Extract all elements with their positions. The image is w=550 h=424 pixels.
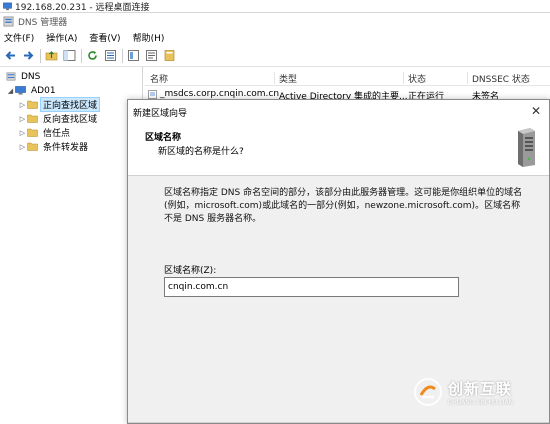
folder-icon bbox=[27, 114, 38, 123]
zone-name-description: 区域名称指定 DNS 命名空间的部分，该部分由此服务器管理。这可能是你组织单位的… bbox=[164, 188, 523, 224]
menu-action[interactable]: 操作(A) bbox=[46, 31, 77, 44]
help-icon[interactable] bbox=[127, 49, 140, 62]
list-header: 名称 类型 状态 DNSSEC 状态 bbox=[145, 70, 550, 86]
server-computer-icon bbox=[15, 86, 26, 95]
watermark-subtext: CHUANG XIN HU LIAN bbox=[448, 399, 514, 406]
expand-arrow-icon[interactable]: ▷ bbox=[18, 115, 27, 123]
tree-node-ad01[interactable]: ◢ AD01 bbox=[6, 84, 58, 97]
refresh-icon[interactable] bbox=[86, 49, 99, 62]
tree-label-conditional-forwarders: 条件转发器 bbox=[43, 143, 89, 153]
server-tower-icon bbox=[518, 128, 535, 167]
tree-label-forward-lookup: 正向查找区域 bbox=[39, 97, 101, 112]
wizard-step-title: 区域名称 bbox=[145, 133, 182, 143]
column-header-status[interactable]: 状态 bbox=[403, 72, 426, 85]
back-arrow-icon[interactable] bbox=[4, 49, 17, 62]
wizard-title: 新建区域向导 bbox=[133, 108, 188, 119]
folder-icon bbox=[27, 100, 38, 109]
wizard-header: 区域名称 新区域的名称是什么? bbox=[128, 124, 549, 176]
zone-file-icon bbox=[148, 90, 157, 99]
toolbar-separator bbox=[40, 48, 41, 63]
forward-arrow-icon[interactable] bbox=[22, 49, 35, 62]
column-header-name[interactable]: 名称 bbox=[150, 72, 168, 85]
tree-label-ad01: AD01 bbox=[31, 85, 56, 96]
tree-node-trust-points[interactable]: ▷ 信任点 bbox=[18, 126, 72, 140]
remote-desktop-title: 192.168.20.231 - 远程桌面连接 bbox=[15, 2, 150, 13]
tree-node-reverse-lookup[interactable]: ▷ 反向查找区域 bbox=[18, 112, 99, 126]
collapse-arrow-icon[interactable]: ◢ bbox=[6, 87, 15, 95]
server-icon[interactable] bbox=[163, 49, 176, 62]
export-list-icon[interactable] bbox=[104, 49, 117, 62]
folder-icon bbox=[27, 142, 38, 151]
tree-node-dns[interactable]: DNS bbox=[6, 70, 42, 83]
wizard-step-subtitle: 新区域的名称是什么? bbox=[158, 147, 244, 157]
folder-icon bbox=[27, 128, 38, 137]
close-icon[interactable]: ✕ bbox=[529, 104, 543, 118]
menu-help[interactable]: 帮助(H) bbox=[133, 31, 165, 44]
menu-file[interactable]: 文件(F) bbox=[4, 31, 34, 44]
dns-icon bbox=[6, 72, 16, 81]
menu-view[interactable]: 查看(V) bbox=[89, 31, 120, 44]
properties-icon[interactable] bbox=[145, 49, 158, 62]
console-tree: DNS ◢ AD01 ▷ 正向查找区域 ▷ 反向查找区域 ▷ 信任点 ▷ 条件转… bbox=[0, 67, 143, 424]
zone-name-input[interactable] bbox=[164, 277, 459, 297]
dns-manager-icon bbox=[3, 16, 14, 27]
toolbar-separator bbox=[81, 48, 82, 63]
watermark-logo-icon bbox=[414, 378, 442, 406]
column-header-dnssec[interactable]: DNSSEC 状态 bbox=[467, 72, 530, 85]
tree-node-forward-lookup[interactable]: ▷ 正向查找区域 bbox=[18, 97, 101, 112]
tree-label-trust-points: 信任点 bbox=[43, 129, 71, 139]
show-console-tree-icon[interactable] bbox=[63, 49, 76, 62]
wizard-titlebar: 新建区域向导 ✕ bbox=[128, 100, 549, 124]
tree-node-conditional-forwarders[interactable]: ▷ 条件转发器 bbox=[18, 140, 90, 154]
column-header-type[interactable]: 类型 bbox=[274, 72, 297, 85]
watermark: 创新互联 CHUANG XIN HU LIAN bbox=[413, 375, 548, 409]
up-folder-icon[interactable] bbox=[45, 49, 58, 62]
expand-arrow-icon[interactable]: ▷ bbox=[18, 143, 27, 151]
toolbar-separator bbox=[122, 48, 123, 63]
app-title: DNS 管理器 bbox=[18, 18, 68, 28]
menu-bar: 文件(F) 操作(A) 查看(V) 帮助(H) bbox=[0, 30, 550, 45]
tree-label-dns: DNS bbox=[21, 71, 41, 82]
toolbar bbox=[0, 45, 550, 67]
divider bbox=[128, 422, 549, 423]
cell-name: _msdcs.corp.cnqin.com.cn bbox=[160, 89, 280, 99]
expand-arrow-icon[interactable]: ▷ bbox=[18, 129, 27, 137]
remote-desktop-titlebar: 192.168.20.231 - 远程桌面连接 bbox=[0, 0, 550, 13]
tree-label-reverse-lookup: 反向查找区域 bbox=[43, 115, 98, 125]
zone-name-label: 区域名称(Z): bbox=[164, 266, 217, 276]
app-titlebar: DNS 管理器 bbox=[0, 13, 550, 30]
remote-desktop-icon bbox=[3, 2, 12, 10]
expand-arrow-icon[interactable]: ▷ bbox=[18, 101, 27, 109]
watermark-text: 创新互联 bbox=[448, 380, 513, 398]
